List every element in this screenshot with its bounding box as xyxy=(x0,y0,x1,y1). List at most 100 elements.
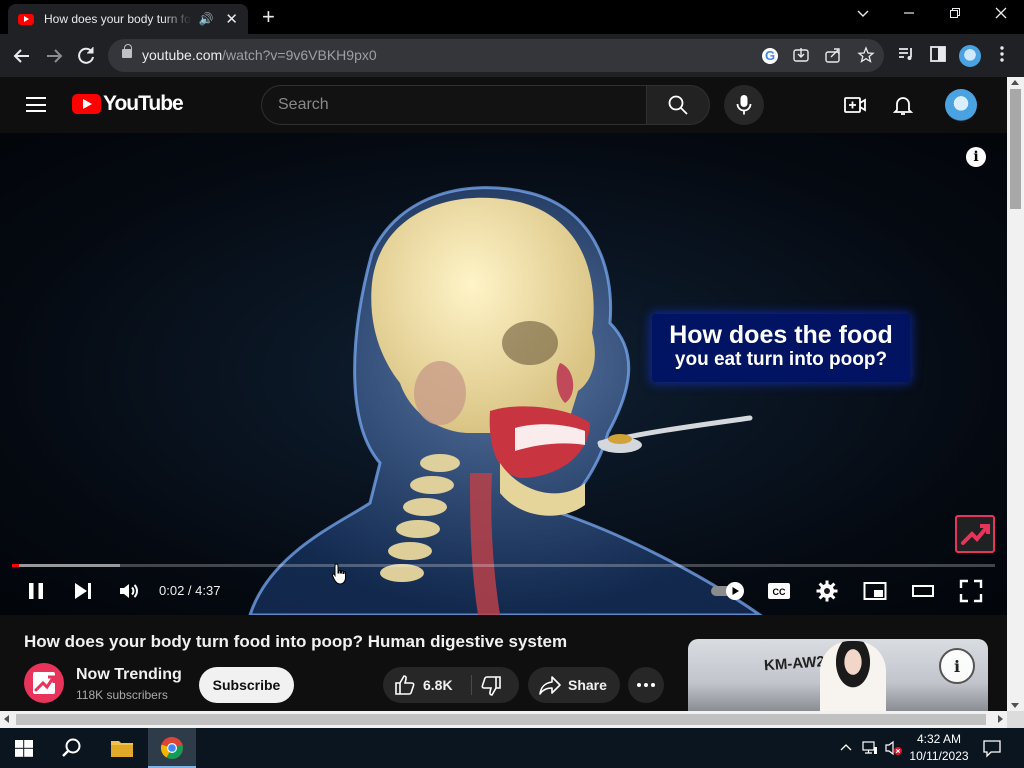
youtube-masthead: YouTube xyxy=(0,77,1007,133)
share-page-icon[interactable] xyxy=(823,46,843,66)
search-box[interactable] xyxy=(261,85,647,125)
theater-mode-button[interactable] xyxy=(911,579,935,603)
subscribe-button[interactable]: Subscribe xyxy=(199,667,294,703)
settings-button[interactable] xyxy=(815,579,839,603)
back-arrow-icon[interactable] xyxy=(10,44,34,68)
url-text[interactable]: youtube.com/watch?v=9v6VBKH9px0 xyxy=(142,47,377,63)
video-info-icon[interactable]: i xyxy=(966,147,986,167)
install-app-icon[interactable] xyxy=(791,46,811,66)
chrome-menu-icon[interactable] xyxy=(990,44,1014,68)
browser-toolbar: youtube.com/watch?v=9v6VBKH9px0 G xyxy=(0,34,1024,77)
notifications-bell-icon[interactable] xyxy=(891,93,915,117)
horizontal-scroll-thumb[interactable] xyxy=(16,714,986,725)
ad-person-image xyxy=(820,641,886,711)
microphone-icon xyxy=(736,95,752,115)
miniplayer-icon xyxy=(863,582,887,600)
skip-next-icon xyxy=(75,583,91,599)
profile-avatar[interactable] xyxy=(958,44,982,68)
next-video-button[interactable] xyxy=(71,579,95,603)
window-close-button[interactable] xyxy=(989,6,1013,23)
channel-avatar[interactable] xyxy=(24,663,64,703)
horizontal-scrollbar[interactable] xyxy=(0,711,1007,728)
account-avatar[interactable] xyxy=(945,89,977,121)
window-minimize-button[interactable] xyxy=(897,6,921,23)
scroll-left-arrow-icon[interactable] xyxy=(4,715,9,723)
more-actions-button[interactable] xyxy=(628,667,664,703)
scroll-up-arrow-icon[interactable] xyxy=(1011,80,1019,85)
search-icon xyxy=(668,95,688,115)
show-hidden-icons-chevron-icon[interactable] xyxy=(838,740,854,756)
scroll-right-arrow-icon[interactable] xyxy=(998,715,1003,723)
windows-start-button[interactable] xyxy=(0,728,48,768)
windows-taskbar: 4:32 AM 10/11/2023 xyxy=(0,728,1024,768)
share-button[interactable]: Share xyxy=(528,667,620,703)
tab-title: How does your body turn food into poop? … xyxy=(44,12,192,26)
network-icon[interactable] xyxy=(861,739,879,757)
scroll-down-arrow-icon[interactable] xyxy=(1011,703,1019,708)
chrome-icon xyxy=(160,736,183,759)
youtube-logo-text[interactable]: YouTube xyxy=(103,92,184,116)
more-horizontal-icon xyxy=(637,683,655,687)
youtube-favicon-icon xyxy=(18,13,34,25)
tab-audio-playing-icon[interactable]: 🔊 xyxy=(198,12,213,26)
miniplayer-button[interactable] xyxy=(863,579,887,603)
new-tab-button[interactable]: + xyxy=(262,6,275,28)
search-input[interactable] xyxy=(278,86,638,124)
svg-text:CC: CC xyxy=(773,587,786,597)
folder-icon xyxy=(111,741,133,757)
vertical-scroll-thumb[interactable] xyxy=(1010,89,1021,209)
notification-center-icon[interactable] xyxy=(982,738,1002,758)
create-video-icon[interactable] xyxy=(843,93,867,117)
address-bar[interactable]: youtube.com/watch?v=9v6VBKH9px0 G xyxy=(108,39,884,72)
ad-info-icon[interactable]: i xyxy=(939,648,975,684)
gear-icon xyxy=(816,580,838,602)
volume-icon xyxy=(120,584,138,598)
channel-watermark[interactable] xyxy=(955,515,995,553)
media-playlist-icon[interactable] xyxy=(894,44,918,68)
reload-icon[interactable] xyxy=(74,44,98,68)
taskbar-clock-time[interactable]: 4:32 AM xyxy=(904,732,974,746)
chrome-taskbar-button[interactable] xyxy=(148,728,196,768)
youtube-logo-icon[interactable] xyxy=(72,94,101,114)
video-player[interactable]: How does the food you eat turn into poop… xyxy=(0,133,1007,615)
progress-buffered xyxy=(12,564,121,567)
autoplay-toggle[interactable] xyxy=(710,579,746,603)
tab-close-icon[interactable]: ✕ xyxy=(225,12,238,27)
time-display: 0:02 / 4:37 xyxy=(159,583,221,598)
file-explorer-button[interactable] xyxy=(98,728,146,768)
like-dislike-group: 6.8K xyxy=(383,667,519,703)
trending-arrow-icon xyxy=(33,672,56,694)
scrollbar-corner xyxy=(1007,711,1024,728)
taskbar-clock-date[interactable]: 10/11/2023 xyxy=(904,749,974,763)
fullscreen-button[interactable] xyxy=(959,579,983,603)
bookmark-star-icon[interactable] xyxy=(856,46,876,66)
channel-name[interactable]: Now Trending xyxy=(76,666,182,684)
vertical-scrollbar[interactable] xyxy=(1007,77,1024,711)
autoplay-toggle-icon xyxy=(711,582,744,600)
voice-search-button[interactable] xyxy=(724,85,764,125)
share-label: Share xyxy=(568,677,607,693)
fullscreen-icon xyxy=(959,579,983,603)
progress-bar[interactable] xyxy=(12,564,995,567)
google-lens-icon[interactable]: G xyxy=(762,48,778,64)
tab-search-chevron-icon[interactable] xyxy=(851,6,875,23)
pause-icon xyxy=(29,583,43,599)
hand-cursor-icon xyxy=(331,563,346,585)
subscriber-count: 118K subscribers xyxy=(76,688,168,702)
taskbar-search-button[interactable] xyxy=(48,728,96,768)
like-button[interactable] xyxy=(393,673,417,697)
like-count[interactable]: 6.8K xyxy=(423,677,453,693)
volume-muted-icon[interactable] xyxy=(884,739,904,757)
lock-icon[interactable] xyxy=(122,44,132,58)
menu-hamburger-icon[interactable] xyxy=(26,97,46,112)
dislike-button[interactable] xyxy=(479,674,503,698)
forward-arrow-icon[interactable] xyxy=(42,44,66,68)
volume-button[interactable] xyxy=(117,579,141,603)
window-restore-button[interactable] xyxy=(943,6,967,23)
browser-tab-active[interactable]: How does your body turn food into poop? … xyxy=(8,4,248,34)
side-panel-icon[interactable] xyxy=(926,44,950,68)
subtitles-button[interactable]: CC xyxy=(767,579,791,603)
closed-captions-icon: CC xyxy=(768,583,790,599)
pause-button[interactable] xyxy=(24,579,48,603)
search-button[interactable] xyxy=(646,85,710,125)
